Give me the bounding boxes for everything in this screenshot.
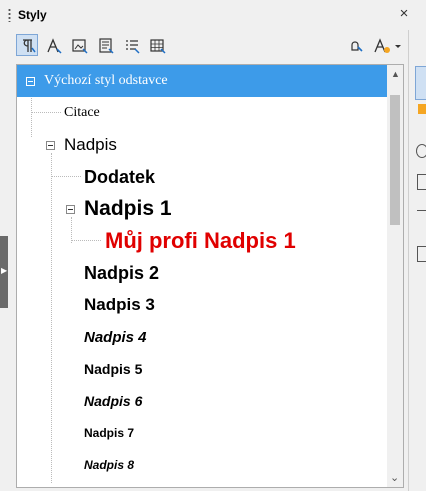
- scroll-down-icon[interactable]: ⌄: [390, 471, 399, 484]
- sidebar-collapse-handle[interactable]: ▶: [0, 236, 8, 308]
- collapse-icon[interactable]: [26, 77, 35, 86]
- sidebar-tabbar: [412, 62, 426, 491]
- panel-title: Styly: [18, 8, 47, 22]
- tree-guide: [71, 240, 101, 241]
- tree-item-label: Dodatek: [84, 166, 156, 187]
- frame-styles-icon: [72, 39, 88, 54]
- fill-format-mode-button[interactable]: [344, 34, 366, 56]
- table-styles-button[interactable]: [146, 34, 168, 56]
- collapse-icon[interactable]: [66, 205, 75, 214]
- tree-item-label: Výchozí styl odstavce: [44, 73, 168, 88]
- tree-guide: [51, 176, 81, 177]
- tree-item-label: Nadpis 5: [84, 361, 143, 377]
- tree-item-label: Nadpis: [64, 135, 117, 154]
- tree-item-label: Nadpis 6: [84, 393, 143, 409]
- tree-item-label: Citace: [64, 105, 100, 120]
- character-styles-icon: [47, 38, 62, 54]
- list-styles-icon: [126, 40, 140, 54]
- navigator-tab-icon[interactable]: [416, 144, 426, 158]
- manage-changes-tab-icon[interactable]: [417, 210, 426, 221]
- scrollbar-thumb[interactable]: [390, 95, 400, 225]
- page-styles-icon: [99, 38, 114, 54]
- fill-format-mode-icon: [351, 41, 363, 52]
- expand-arrow-icon: ▶: [1, 266, 8, 275]
- tree-item-label: Nadpis 4: [84, 328, 147, 346]
- tree-item-label: Nadpis 7: [84, 426, 135, 440]
- table-styles-icon: [150, 39, 166, 54]
- character-styles-button[interactable]: [42, 34, 64, 56]
- tree-item-label: Nadpis 8: [84, 458, 135, 472]
- new-style-icon: [374, 38, 401, 53]
- panel-titlebar: Styly ×: [0, 0, 426, 30]
- tree-item-label: Nadpis 1: [84, 197, 172, 220]
- styles-tree: Výchozí styl odstavce Citace Nadpis Doda…: [16, 64, 404, 488]
- tree-guide: [51, 153, 52, 483]
- close-icon[interactable]: ×: [397, 5, 411, 23]
- list-styles-button[interactable]: [120, 34, 142, 56]
- gallery-tab-icon[interactable]: [418, 104, 426, 114]
- page-tab-icon[interactable]: [417, 174, 426, 190]
- new-style-button[interactable]: [370, 34, 404, 56]
- design-tab-icon[interactable]: [417, 246, 426, 262]
- drag-grip-icon[interactable]: [8, 8, 11, 22]
- collapse-icon[interactable]: [46, 141, 55, 150]
- scroll-up-icon[interactable]: ▲: [391, 69, 400, 79]
- tree-guide: [31, 112, 61, 113]
- styles-tab-icon[interactable]: [415, 66, 426, 100]
- tree-item-default-paragraph-style[interactable]: Výchozí styl odstavce: [17, 65, 387, 97]
- style-category-toolbar: [14, 32, 410, 60]
- page-styles-button[interactable]: [94, 34, 116, 56]
- vertical-scrollbar[interactable]: ▲ ⌄: [387, 65, 403, 487]
- frame-styles-button[interactable]: [68, 34, 90, 56]
- tree-item-label: Můj profi Nadpis 1: [105, 228, 296, 253]
- tree-item-label: Nadpis 2: [84, 262, 160, 283]
- tree-item-label: Nadpis 3: [84, 295, 155, 314]
- paragraph-styles-button[interactable]: [16, 34, 38, 56]
- paragraph-styles-icon: [23, 39, 36, 53]
- panel-divider: [408, 30, 409, 491]
